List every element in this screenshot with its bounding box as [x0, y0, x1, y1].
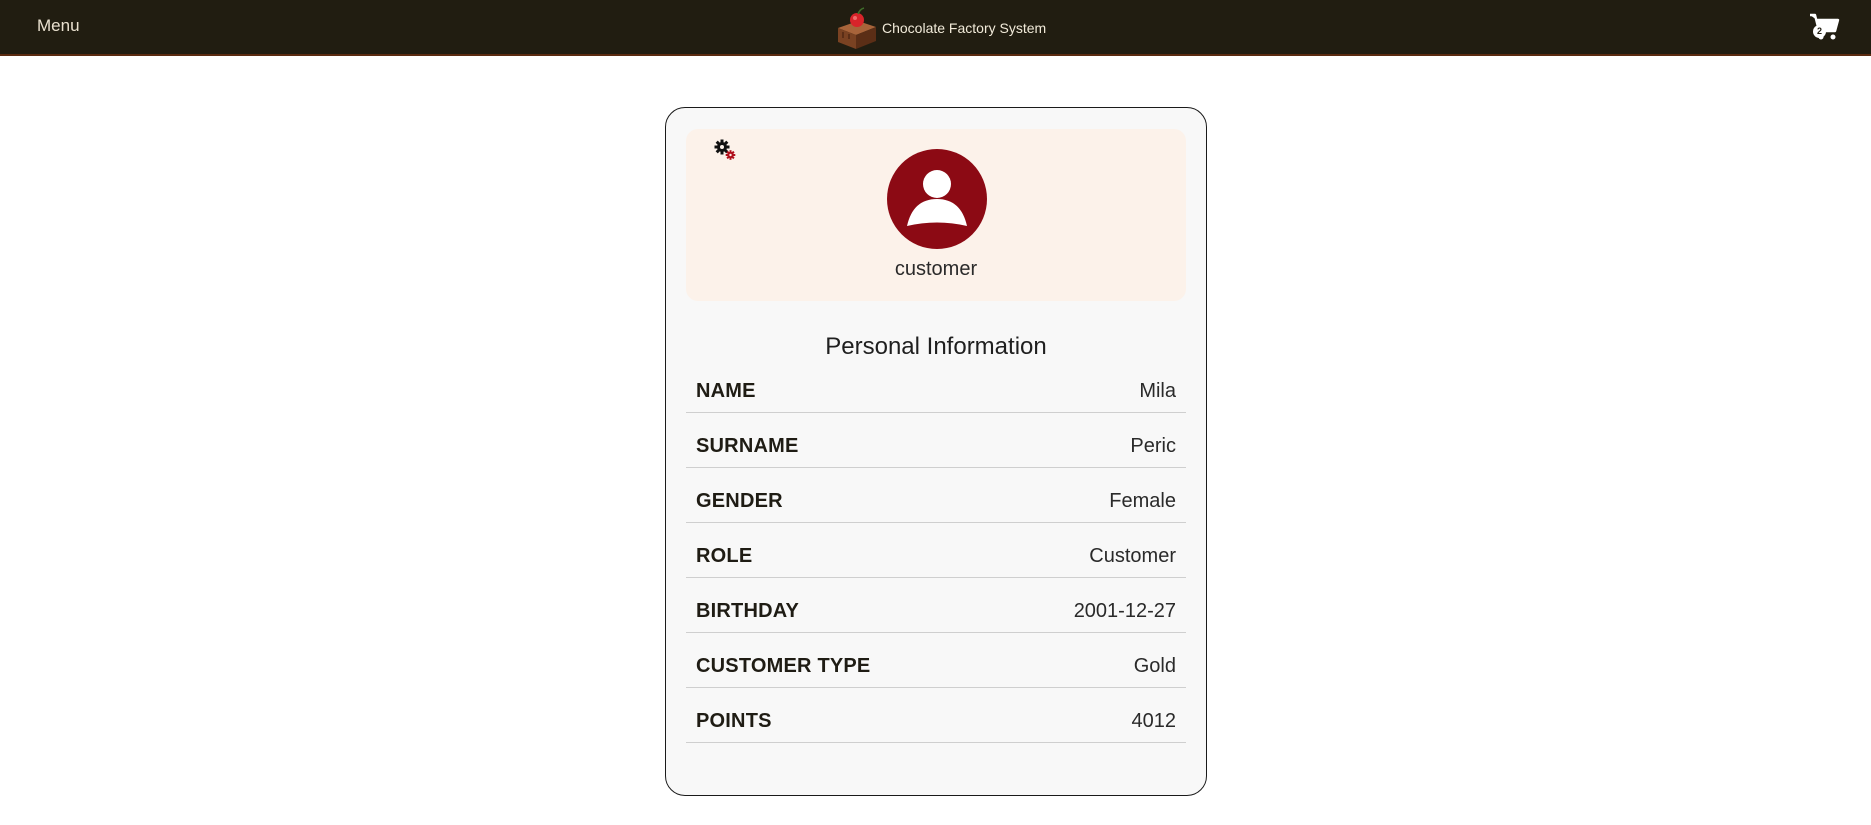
chocolate-cake-cherry-icon — [838, 7, 876, 49]
info-row-name: NAME Mila — [686, 358, 1186, 413]
user-avatar-icon — [907, 170, 967, 226]
info-key: GENDER — [696, 490, 783, 512]
profile-header: customer — [686, 129, 1186, 301]
cart-button[interactable]: 2 — [1808, 12, 1842, 42]
info-value: Gold — [1133, 655, 1176, 677]
info-key: CUSTOMER TYPE — [696, 655, 871, 677]
profile-role-label: customer — [894, 258, 978, 280]
info-key: BIRTHDAY — [696, 600, 800, 622]
brand-home-link[interactable]: Chocolate Factory System — [836, 6, 1046, 50]
info-key: POINTS — [696, 710, 772, 732]
info-value: Peric — [1130, 435, 1176, 457]
info-row-points: POINTS 4012 — [686, 688, 1186, 743]
brand-title: Chocolate Factory System — [882, 20, 1047, 36]
info-value: 4012 — [1131, 710, 1177, 732]
info-value: Customer — [1089, 545, 1176, 567]
settings-button[interactable] — [714, 139, 736, 161]
info-value: 2001-12-27 — [1073, 600, 1176, 622]
info-key: SURNAME — [696, 435, 799, 457]
info-key: NAME — [696, 380, 756, 402]
info-key: ROLE — [696, 545, 753, 567]
cart-count-badge: 2 — [1813, 25, 1826, 38]
personal-information-title: Personal Information — [825, 333, 1047, 360]
profile-card: customer Personal Information NAME Mila … — [665, 107, 1207, 796]
info-row-birthday: BIRTHDAY 2001-12-27 — [686, 578, 1186, 633]
top-navbar: Menu Chocolate Factory System 2 — [0, 0, 1871, 56]
info-row-surname: SURNAME Peric — [686, 413, 1186, 468]
info-value: Female — [1109, 490, 1176, 512]
avatar — [887, 149, 987, 249]
info-row-role: ROLE Customer — [686, 523, 1186, 578]
info-value: Mila — [1139, 380, 1176, 402]
menu-button[interactable]: Menu — [37, 16, 80, 36]
info-row-gender: GENDER Female — [686, 468, 1186, 523]
info-row-customer-type: CUSTOMER TYPE Gold — [686, 633, 1186, 688]
gears-icon — [714, 139, 736, 160]
